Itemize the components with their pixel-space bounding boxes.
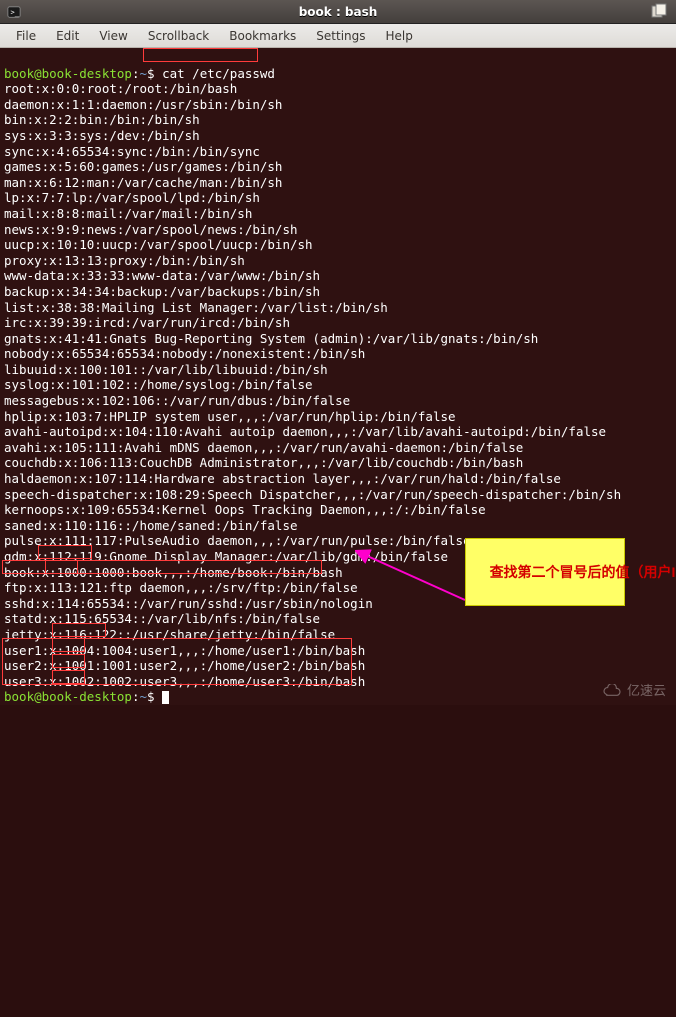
output-line: www-data:x:33:33:www-data:/var/www:/bin/… bbox=[4, 268, 320, 283]
output-line: daemon:x:1:1:daemon:/usr/sbin:/bin/sh bbox=[4, 97, 282, 112]
watermark-text: 亿速云 bbox=[627, 683, 666, 699]
output-line: saned:x:110:116::/home/saned:/bin/false bbox=[4, 518, 298, 533]
menu-edit[interactable]: Edit bbox=[46, 29, 89, 43]
output-line: man:x:6:12:man:/var/cache/man:/bin/sh bbox=[4, 175, 282, 190]
output-line: avahi:x:105:111:Avahi mDNS daemon,,,:/va… bbox=[4, 440, 523, 455]
command-text: cat /etc/passwd bbox=[162, 66, 275, 81]
output-line: root:x:0:0:root:/root:/bin/bash bbox=[4, 81, 237, 96]
output-line: messagebus:x:102:106::/var/run/dbus:/bin… bbox=[4, 393, 350, 408]
annotation-note: 查找第二个冒号后的值（用户ID）大于1000时就是普通的用户。 bbox=[465, 538, 625, 606]
terminal-app-icon: >_ bbox=[6, 4, 22, 20]
output-line: syslog:x:101:102::/home/syslog:/bin/fals… bbox=[4, 377, 313, 392]
output-line: hplip:x:103:7:HPLIP system user,,,:/var/… bbox=[4, 409, 456, 424]
highlight-command bbox=[143, 48, 258, 62]
svg-text:>_: >_ bbox=[11, 8, 20, 16]
output-line: gnats:x:41:41:Gnats Bug-Reporting System… bbox=[4, 331, 538, 346]
menu-view[interactable]: View bbox=[89, 29, 137, 43]
menubar: File Edit View Scrollback Bookmarks Sett… bbox=[0, 24, 676, 48]
window-titlebar: >_ book : bash bbox=[0, 0, 676, 24]
output-line: uucp:x:10:10:uucp:/var/spool/uucp:/bin/s… bbox=[4, 237, 313, 252]
output-line: couchdb:x:106:113:CouchDB Administrator,… bbox=[4, 455, 523, 470]
output-line: list:x:38:38:Mailing List Manager:/var/l… bbox=[4, 300, 388, 315]
output-line: mail:x:8:8:mail:/var/mail:/bin/sh bbox=[4, 206, 252, 221]
output-line: irc:x:39:39:ircd:/var/run/ircd:/bin/sh bbox=[4, 315, 290, 330]
output-line: user3:x:1002:1002:user3,,,:/home/user3:/… bbox=[4, 674, 365, 689]
output-line: games:x:5:60:games:/usr/games:/bin/sh bbox=[4, 159, 282, 174]
output-line: statd:x:115:65534::/var/lib/nfs:/bin/fal… bbox=[4, 611, 320, 626]
menu-help[interactable]: Help bbox=[376, 29, 423, 43]
prompt-path: ~ bbox=[139, 66, 147, 81]
new-tab-icon[interactable] bbox=[650, 3, 668, 21]
prompt-end: $ bbox=[147, 689, 155, 704]
cloud-icon bbox=[601, 684, 623, 698]
output-line: libuuid:x:100:101::/var/lib/libuuid:/bin… bbox=[4, 362, 328, 377]
cursor bbox=[162, 691, 169, 704]
output-line: kernoops:x:109:65534:Kernel Oops Trackin… bbox=[4, 502, 486, 517]
output-line: avahi-autoipd:x:104:110:Avahi autoip dae… bbox=[4, 424, 606, 439]
prompt-end: $ bbox=[147, 66, 155, 81]
output-line: ftp:x:113:121:ftp daemon,,,:/srv/ftp:/bi… bbox=[4, 580, 358, 595]
output-line: backup:x:34:34:backup:/var/backups:/bin/… bbox=[4, 284, 320, 299]
annotation-text: 查找第二个冒号后的值（用户ID）大于1000时就是普通的用户。 bbox=[490, 564, 676, 580]
output-line: bin:x:2:2:bin:/bin:/bin/sh bbox=[4, 112, 200, 127]
prompt-user: book@book-desktop bbox=[4, 66, 132, 81]
output-line: haldaemon:x:107:114:Hardware abstraction… bbox=[4, 471, 561, 486]
output-line: gdm:x:112:119:Gnome Display Manager:/var… bbox=[4, 549, 448, 564]
prompt-user: book@book-desktop bbox=[4, 689, 132, 704]
prompt-path: ~ bbox=[139, 689, 147, 704]
output-line: user2:x:1001:1001:user2,,,:/home/user2:/… bbox=[4, 658, 365, 673]
menu-settings[interactable]: Settings bbox=[306, 29, 375, 43]
output-line: sync:x:4:65534:sync:/bin:/bin/sync bbox=[4, 144, 260, 159]
output-line: sys:x:3:3:sys:/dev:/bin/sh bbox=[4, 128, 200, 143]
output-line: proxy:x:13:13:proxy:/bin:/bin/sh bbox=[4, 253, 245, 268]
output-line: book:x:1000:1000:book,,,:/home/book:/bin… bbox=[4, 565, 343, 580]
menu-bookmarks[interactable]: Bookmarks bbox=[219, 29, 306, 43]
watermark: 亿速云 bbox=[601, 683, 666, 699]
output-line: lp:x:7:7:lp:/var/spool/lpd:/bin/sh bbox=[4, 190, 260, 205]
output-line: user1:x:1004:1004:user1,,,:/home/user1:/… bbox=[4, 643, 365, 658]
terminal-pane[interactable]: book@book-desktop:~$ cat /etc/passwd roo… bbox=[0, 48, 676, 705]
output-line: news:x:9:9:news:/var/spool/news:/bin/sh bbox=[4, 222, 298, 237]
window-title: book : bash bbox=[299, 5, 378, 19]
output-line: sshd:x:114:65534::/var/run/sshd:/usr/sbi… bbox=[4, 596, 373, 611]
output-line: speech-dispatcher:x:108:29:Speech Dispat… bbox=[4, 487, 621, 502]
output-line: pulse:x:111:117:PulseAudio daemon,,,:/va… bbox=[4, 533, 471, 548]
output-line: nobody:x:65534:65534:nobody:/nonexistent… bbox=[4, 346, 365, 361]
menu-file[interactable]: File bbox=[6, 29, 46, 43]
menu-scrollback[interactable]: Scrollback bbox=[138, 29, 219, 43]
output-line: jetty:x:116:122::/usr/share/jetty:/bin/f… bbox=[4, 627, 335, 642]
